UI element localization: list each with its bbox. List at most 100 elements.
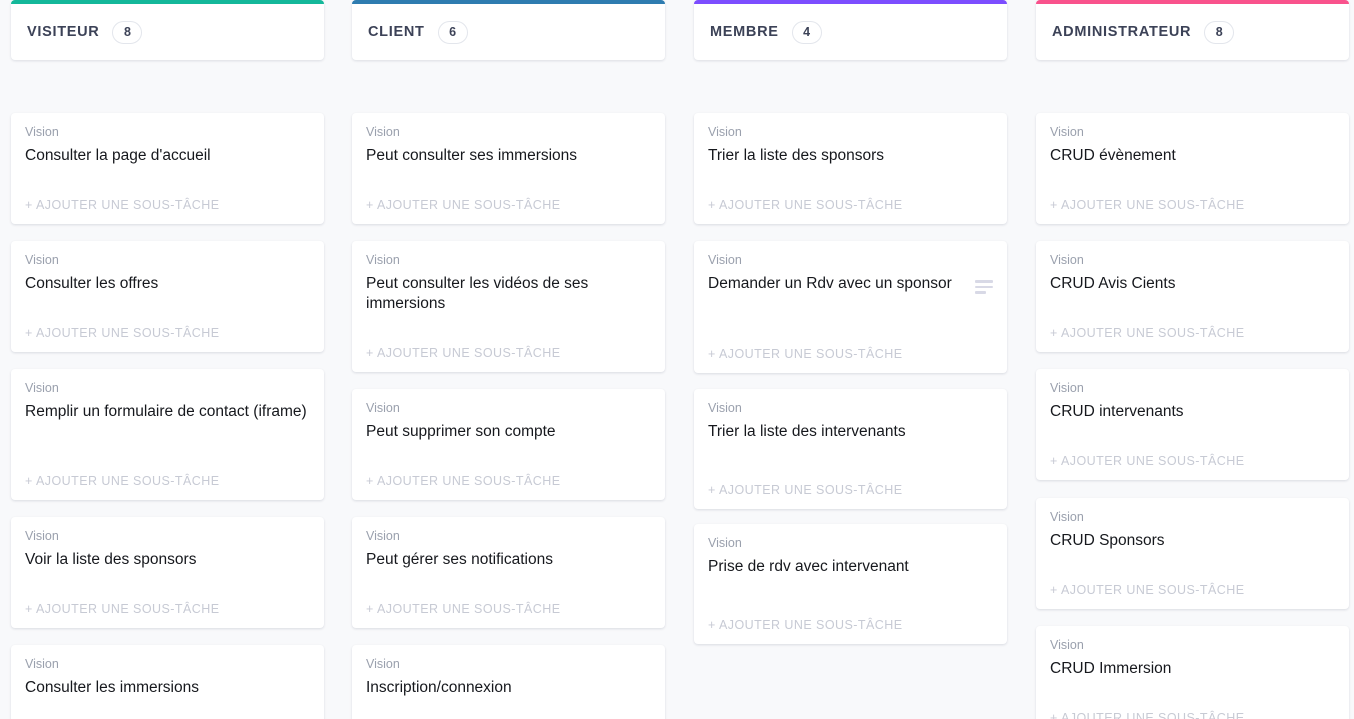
card-kind-label: Vision <box>366 252 651 268</box>
card-title-row: Remplir un formulaire de contact (iframe… <box>25 402 310 422</box>
card-title: Prise de rdv avec intervenant <box>708 557 993 577</box>
task-card[interactable]: VisionCRUD Immersion+ AJOUTER UNE SOUS-T… <box>1036 626 1349 719</box>
card-title-row: Trier la liste des intervenants <box>708 422 993 442</box>
task-card[interactable]: Vision Consulter les offres + AJOUTER UNE … <box>11 241 324 352</box>
add-subtask-button[interactable]: + AJOUTER UNE SOUS-TÂCHE <box>366 197 561 213</box>
task-card[interactable]: VisionConsulter les immersions+ AJOUTER … <box>11 645 324 719</box>
task-card[interactable]: Vision Prise de rdv avec intervenant + AJO… <box>694 524 1007 644</box>
task-card[interactable]: Vision Demander un Rdv avec un sponsor + A… <box>694 241 1007 373</box>
column-header[interactable]: CLIENT 6 <box>352 0 665 60</box>
add-subtask-button[interactable]: + AJOUTER UNE SOUS-TÂCHE <box>25 325 220 341</box>
card-title-row: Peut supprimer son compte <box>366 422 651 442</box>
card-title-row: Consulter les offres <box>25 274 310 294</box>
task-card[interactable]: Vision Voir la liste des sponsors + AJOUTE… <box>11 517 324 628</box>
card-kind-label: Vision <box>25 380 310 396</box>
card-title-row: Demander un Rdv avec un sponsor <box>708 274 993 294</box>
task-card[interactable]: Vision Peut gérer ses notifications + AJOU… <box>352 517 665 628</box>
add-subtask-button[interactable]: + AJOUTER UNE SOUS-TÂCHE <box>1050 710 1245 719</box>
card-kind-label: Vision <box>366 400 651 416</box>
card-title: Voir la liste des sponsors <box>25 550 310 570</box>
column-header[interactable]: VISITEUR 8 <box>11 0 324 60</box>
board-column: MEMBRE 4 Vision Trier la liste des sponsors… <box>694 0 1007 719</box>
card-title: CRUD évènement <box>1050 146 1335 166</box>
card-title: CRUD intervenants <box>1050 402 1335 422</box>
card-title-row: CRUD Immersion <box>1050 659 1335 679</box>
card-title: CRUD Avis Cients <box>1050 274 1335 294</box>
column-count-badge: 4 <box>792 21 822 44</box>
task-card[interactable]: Vision CRUD Avis Cients + AJOUTER UNE SOUS… <box>1036 241 1349 352</box>
board-column: CLIENT 6 Vision Peut consulter ses immersio… <box>352 0 665 719</box>
task-card[interactable]: VisionInscription/connexion+ AJOUTER UNE… <box>352 645 665 719</box>
column-count-badge: 6 <box>438 21 468 44</box>
card-kind-label: Vision <box>366 124 651 140</box>
add-subtask-button[interactable]: + AJOUTER UNE SOUS-TÂCHE <box>366 473 561 489</box>
card-title: Remplir un formulaire de contact (iframe… <box>25 402 310 422</box>
task-card[interactable]: Vision CRUD évènement + AJOUTER UNE SOUS-T… <box>1036 113 1349 224</box>
board-column: ADMINISTRATEUR 8 Vision CRUD évènement + AJO… <box>1036 0 1349 719</box>
add-subtask-button[interactable]: + AJOUTER UNE SOUS-TÂCHE <box>708 346 903 362</box>
card-title-row: CRUD Avis Cients <box>1050 274 1335 294</box>
card-title-row: Peut consulter ses immersions <box>366 146 651 166</box>
add-subtask-button[interactable]: + AJOUTER UNE SOUS-TÂCHE <box>708 197 903 213</box>
add-subtask-button[interactable]: + AJOUTER UNE SOUS-TÂCHE <box>708 617 903 633</box>
task-card[interactable]: Vision Trier la liste des intervenants + A… <box>694 389 1007 509</box>
card-title-row: Voir la liste des sponsors <box>25 550 310 570</box>
card-title-row: Prise de rdv avec intervenant <box>708 557 993 577</box>
card-title: Peut consulter les vidéos de ses immersi… <box>366 274 651 313</box>
card-title-row: Trier la liste des sponsors <box>708 146 993 166</box>
card-kind-label: Vision <box>25 124 310 140</box>
card-kind-label: Vision <box>1050 509 1335 525</box>
card-kind-label: Vision <box>708 124 993 140</box>
task-card[interactable]: Vision Peut consulter ses immersions + AJO… <box>352 113 665 224</box>
column-title: VISITEUR <box>27 24 99 40</box>
card-kind-label: Vision <box>1050 380 1335 396</box>
column-header[interactable]: ADMINISTRATEUR 8 <box>1036 0 1349 60</box>
card-title: Consulter les immersions <box>25 678 310 698</box>
column-title: MEMBRE <box>710 24 779 40</box>
card-title-row: Peut gérer ses notifications <box>366 550 651 570</box>
card-title-row: Consulter la page d'accueil <box>25 146 310 166</box>
column-count-badge: 8 <box>112 21 142 44</box>
card-kind-label: Vision <box>366 656 651 672</box>
task-card[interactable]: Vision Remplir un formulaire de contact (… <box>11 369 324 500</box>
add-subtask-button[interactable]: + AJOUTER UNE SOUS-TÂCHE <box>25 601 220 617</box>
add-subtask-button[interactable]: + AJOUTER UNE SOUS-TÂCHE <box>1050 325 1245 341</box>
task-card[interactable]: Vision CRUD intervenants + AJOUTER UNE SOU… <box>1036 369 1349 480</box>
card-kind-label: Vision <box>1050 252 1335 268</box>
card-title-row: Peut consulter les vidéos de ses immersi… <box>366 274 651 313</box>
add-subtask-button[interactable]: + AJOUTER UNE SOUS-TÂCHE <box>1050 197 1245 213</box>
card-title: Peut gérer ses notifications <box>366 550 651 570</box>
card-kind-label: Vision <box>708 400 993 416</box>
add-subtask-button[interactable]: + AJOUTER UNE SOUS-TÂCHE <box>708 482 903 498</box>
column-count-badge: 8 <box>1204 21 1234 44</box>
card-kind-label: Vision <box>708 535 993 551</box>
card-title: Inscription/connexion <box>366 678 651 698</box>
column-header[interactable]: MEMBRE 4 <box>694 0 1007 60</box>
card-kind-label: Vision <box>1050 124 1335 140</box>
card-title: CRUD Immersion <box>1050 659 1335 679</box>
column-title: CLIENT <box>368 24 425 40</box>
card-title: Trier la liste des intervenants <box>708 422 993 442</box>
add-subtask-button[interactable]: + AJOUTER UNE SOUS-TÂCHE <box>1050 453 1245 469</box>
card-kind-label: Vision <box>708 252 993 268</box>
card-kind-label: Vision <box>25 528 310 544</box>
task-card[interactable]: Vision Consulter la page d'accueil + AJOUT… <box>11 113 324 224</box>
column-title: ADMINISTRATEUR <box>1052 24 1191 40</box>
add-subtask-button[interactable]: + AJOUTER UNE SOUS-TÂCHE <box>25 197 220 213</box>
task-card[interactable]: Vision Peut supprimer son compte + AJOUTER… <box>352 389 665 500</box>
description-lines-icon <box>975 280 993 294</box>
task-card[interactable]: Vision CRUD Sponsors + AJOUTER UNE SOUS-TÂ… <box>1036 498 1349 609</box>
card-kind-label: Vision <box>366 528 651 544</box>
task-card[interactable]: Vision Peut consulter les vidéos de ses i… <box>352 241 665 372</box>
add-subtask-button[interactable]: + AJOUTER UNE SOUS-TÂCHE <box>1050 582 1245 598</box>
add-subtask-button[interactable]: + AJOUTER UNE SOUS-TÂCHE <box>366 345 561 361</box>
card-title-row: CRUD Sponsors <box>1050 531 1335 551</box>
kanban-board: VISITEUR 8 Vision Consulter la page d'accue… <box>0 0 1354 719</box>
card-kind-label: Vision <box>25 252 310 268</box>
add-subtask-button[interactable]: + AJOUTER UNE SOUS-TÂCHE <box>25 473 220 489</box>
card-title: Consulter les offres <box>25 274 310 294</box>
card-title: Demander un Rdv avec un sponsor <box>708 274 967 294</box>
add-subtask-button[interactable]: + AJOUTER UNE SOUS-TÂCHE <box>366 601 561 617</box>
card-title-row: CRUD évènement <box>1050 146 1335 166</box>
task-card[interactable]: Vision Trier la liste des sponsors + AJOUT… <box>694 113 1007 224</box>
